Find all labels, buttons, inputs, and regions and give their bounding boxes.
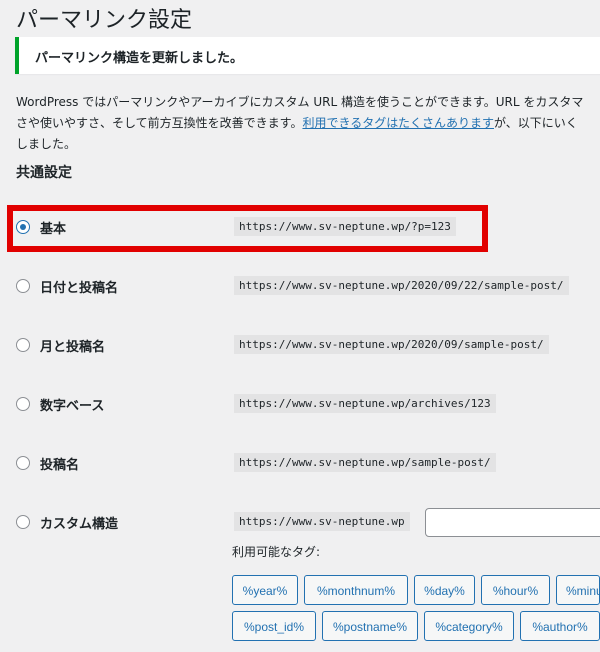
- intro-text: WordPress ではパーマリンクやアーカイブにカスタム URL 構造を使うこ…: [16, 92, 600, 155]
- section-title-common: 共通設定: [16, 165, 72, 181]
- tag-button-category[interactable]: %category%: [424, 611, 514, 641]
- custom-structure-input[interactable]: [425, 508, 600, 537]
- radio-post-name[interactable]: [16, 456, 30, 470]
- intro-line-2: さや使いやすさ、そして前方互換性を改善できます。利用できるタグはたくさんあります…: [16, 113, 600, 134]
- option-label: 数字ベース: [40, 399, 105, 414]
- option-day-name[interactable]: 日付と投稿名 https://www.sv-neptune.wp/2020/09…: [16, 274, 600, 302]
- tag-button-author[interactable]: %author%: [520, 611, 600, 641]
- permalink-example: https://www.sv-neptune.wp/2020/09/sample…: [234, 335, 549, 354]
- tag-button-day[interactable]: %day%: [414, 575, 475, 605]
- option-post-name[interactable]: 投稿名 https://www.sv-neptune.wp/sample-pos…: [16, 451, 600, 479]
- option-label: 月と投稿名: [40, 340, 106, 355]
- highlight-frame: [7, 205, 488, 252]
- available-tags-link[interactable]: 利用できるタグはたくさんあります: [302, 116, 494, 130]
- permalink-example: https://www.sv-neptune.wp/sample-post/: [234, 453, 496, 472]
- tag-button-monthnum[interactable]: %monthnum%: [304, 575, 408, 605]
- radio-day-name[interactable]: [16, 279, 30, 293]
- intro-line-2-text: さや使いやすさ、そして前方互換性を改善できます。: [16, 116, 303, 130]
- permalink-base-url: https://www.sv-neptune.wp: [234, 512, 410, 531]
- permalink-example: https://www.sv-neptune.wp/2020/09/22/sam…: [234, 276, 569, 295]
- intro-line-1: WordPress ではパーマリンクやアーカイブにカスタム URL 構造を使うこ…: [16, 95, 584, 109]
- radio-numeric[interactable]: [16, 397, 30, 411]
- tag-button-minute[interactable]: %minute%: [556, 575, 600, 605]
- success-notice: パーマリンク構造を更新しました。: [15, 37, 600, 74]
- tag-button-year[interactable]: %year%: [232, 575, 298, 605]
- page-title: パーマリンク設定: [16, 8, 193, 33]
- option-label: カスタム構造: [40, 517, 119, 532]
- tag-button-hour[interactable]: %hour%: [481, 575, 550, 605]
- tag-button-postname[interactable]: %postname%: [322, 611, 418, 641]
- option-label: 日付と投稿名: [40, 281, 119, 296]
- radio-month-name[interactable]: [16, 338, 30, 352]
- option-label: 投稿名: [40, 458, 80, 473]
- intro-line-2-tail: が、以下にいく: [493, 116, 578, 130]
- permalink-example: https://www.sv-neptune.wp/archives/123: [234, 394, 496, 413]
- option-numeric[interactable]: 数字ベース https://www.sv-neptune.wp/archives…: [16, 392, 600, 420]
- notice-text: パーマリンク構造を更新しました。: [35, 51, 244, 66]
- available-tags-label: 利用可能なタグ:: [232, 545, 321, 559]
- intro-line-3: しました。: [16, 137, 77, 151]
- tag-button-post-id[interactable]: %post_id%: [232, 611, 316, 641]
- radio-custom[interactable]: [16, 515, 30, 529]
- option-month-name[interactable]: 月と投稿名 https://www.sv-neptune.wp/2020/09/…: [16, 333, 600, 361]
